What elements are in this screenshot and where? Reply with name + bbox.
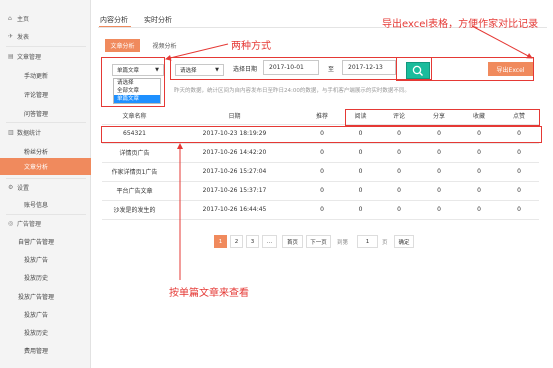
arrow-to-export-button <box>471 25 533 59</box>
annotation-arrows <box>165 25 533 280</box>
arrow-to-type-select <box>165 43 229 61</box>
